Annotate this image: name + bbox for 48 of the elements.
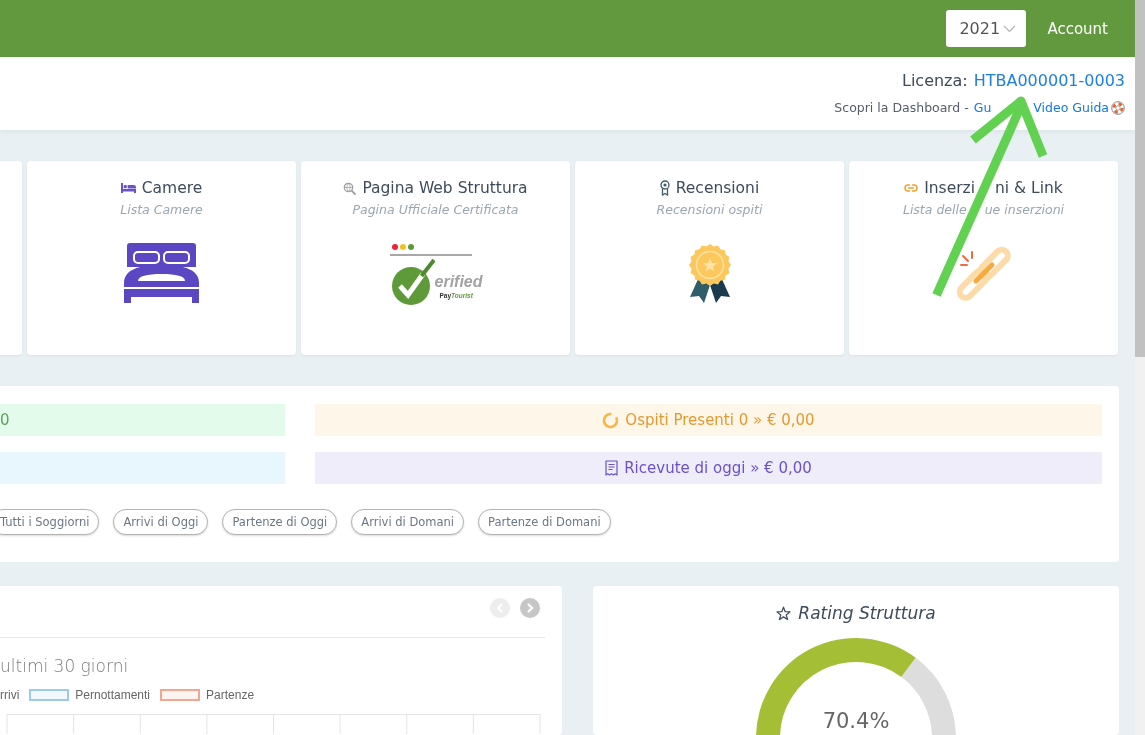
- search-icon: [343, 181, 357, 195]
- card-subtitle: Lista Camere: [120, 202, 203, 218]
- license-label: Licenza:: [901, 71, 968, 91]
- card-subtitle: Recensioni ospiti: [656, 202, 763, 218]
- filter-chip[interactable]: Tutti i Soggiorni: [0, 509, 100, 535]
- guide-intro-text: Scopri la Dashboard -: [834, 100, 969, 116]
- guide-link[interactable]: Video Guida: [1033, 100, 1109, 116]
- chart-title: ultimi 30 giorni: [0, 655, 130, 677]
- check-circle-icon: [390, 259, 435, 305]
- tile-text: 0: [0, 411, 10, 429]
- next-button[interactable]: [520, 598, 540, 618]
- filter-chip[interactable]: Arrivi di Domani: [351, 509, 465, 535]
- medal-icon: [687, 243, 732, 303]
- award-icon: [659, 180, 670, 196]
- filter-chip[interactable]: Partenze di Domani: [478, 509, 611, 535]
- rating-value: 70.4%: [822, 708, 890, 734]
- chevron-down-icon: [1003, 24, 1017, 33]
- lifebuoy-icon: [1111, 101, 1125, 115]
- legend-label: Pernottamenti: [75, 688, 151, 702]
- link-icon: [904, 184, 919, 192]
- tile-text: Ricevute di oggi » € 0,00: [624, 459, 812, 477]
- bed-icon: [124, 243, 199, 303]
- card-title: Recensioni: [675, 178, 760, 198]
- filter-chip[interactable]: Arrivi di Oggi: [113, 509, 209, 535]
- ring-icon: [602, 411, 620, 429]
- legend-label: Partenze: [206, 688, 255, 702]
- card-title: ni & Link: [995, 178, 1063, 198]
- card-subtitle: ue inserzioni: [984, 202, 1065, 218]
- star-icon: [776, 605, 792, 621]
- year-select[interactable]: 2021: [946, 10, 1027, 47]
- card-title: Pagina Web Struttura: [362, 178, 528, 198]
- legend-label: rrivi: [0, 688, 20, 702]
- bed-icon: [120, 183, 136, 193]
- card-subtitle: Lista delle: [902, 202, 967, 218]
- window-dots-icon: [391, 244, 414, 250]
- receipt-icon: [605, 459, 619, 477]
- account-link[interactable]: Account: [1047, 19, 1108, 38]
- license-code-link[interactable]: HTBA000001-0003: [973, 71, 1125, 91]
- card-subtitle: Pagina Ufficiale Certificata: [352, 202, 519, 218]
- rating-title: Rating Struttura: [798, 602, 936, 624]
- chevron-right-icon: [526, 603, 534, 613]
- logo-text: erified: [434, 273, 483, 291]
- card-title: Camere: [141, 178, 203, 198]
- filter-chip[interactable]: Partenze di Oggi: [222, 509, 338, 535]
- guide-link[interactable]: Gu: [973, 100, 992, 116]
- card-title: Inserzi: [924, 178, 975, 198]
- tile-text: Ospiti Presenti 0 » € 0,00: [625, 411, 815, 429]
- scrollbar-thumb[interactable]: [1135, 0, 1145, 357]
